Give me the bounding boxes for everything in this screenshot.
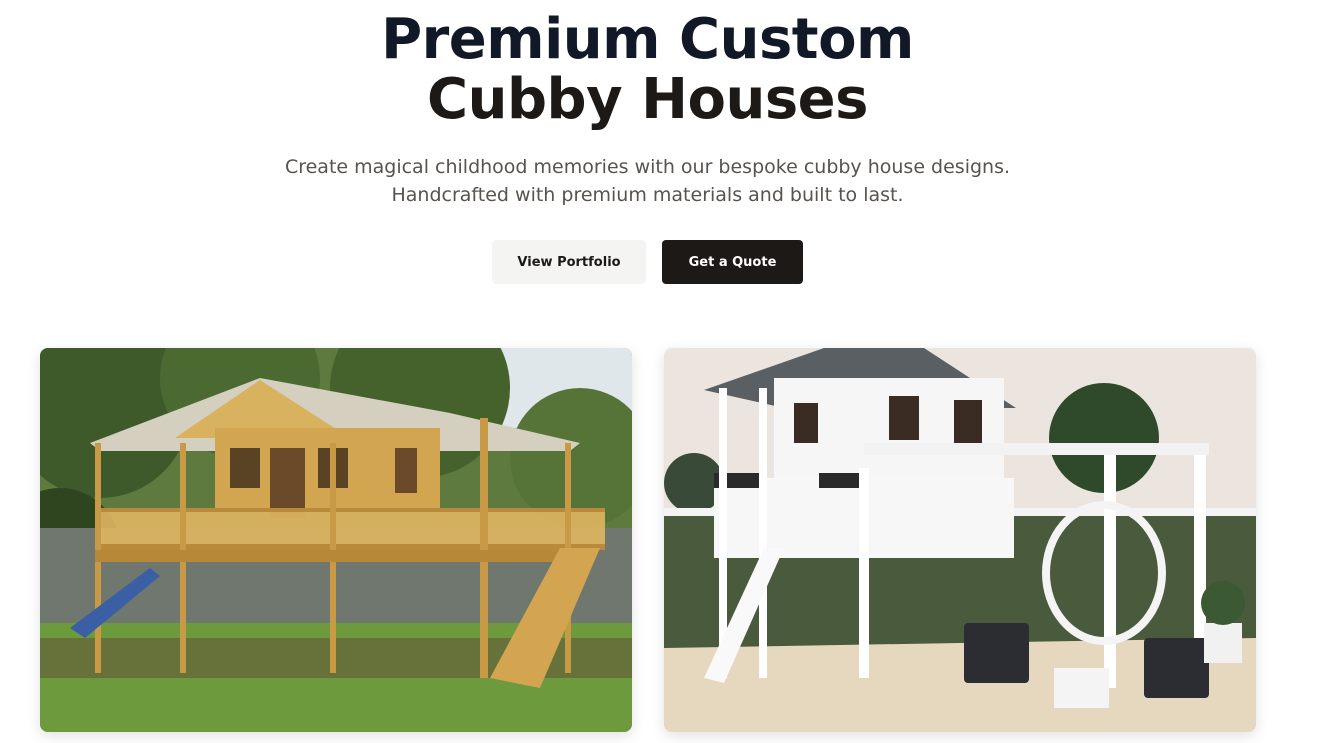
gallery-image-white-cubby[interactable]: [664, 348, 1256, 732]
title-line-2: Cubby Houses: [427, 67, 869, 132]
page-title: Premium Custom Cubby Houses: [0, 10, 1295, 130]
title-line-1: Premium Custom: [381, 7, 914, 72]
get-a-quote-button[interactable]: Get a Quote: [662, 240, 803, 284]
timber-cubby-photo: [40, 348, 632, 732]
subtitle-line-1: Create magical childhood memories with o…: [284, 156, 1011, 178]
hero-subtitle: Create magical childhood memories with o…: [0, 153, 1295, 209]
subtitle-line-2: Handcrafted with premium materials and b…: [391, 184, 904, 206]
white-cubby-photo: [664, 348, 1256, 732]
gallery-image-timber-cubby[interactable]: [40, 348, 632, 732]
view-portfolio-button[interactable]: View Portfolio: [492, 240, 646, 284]
